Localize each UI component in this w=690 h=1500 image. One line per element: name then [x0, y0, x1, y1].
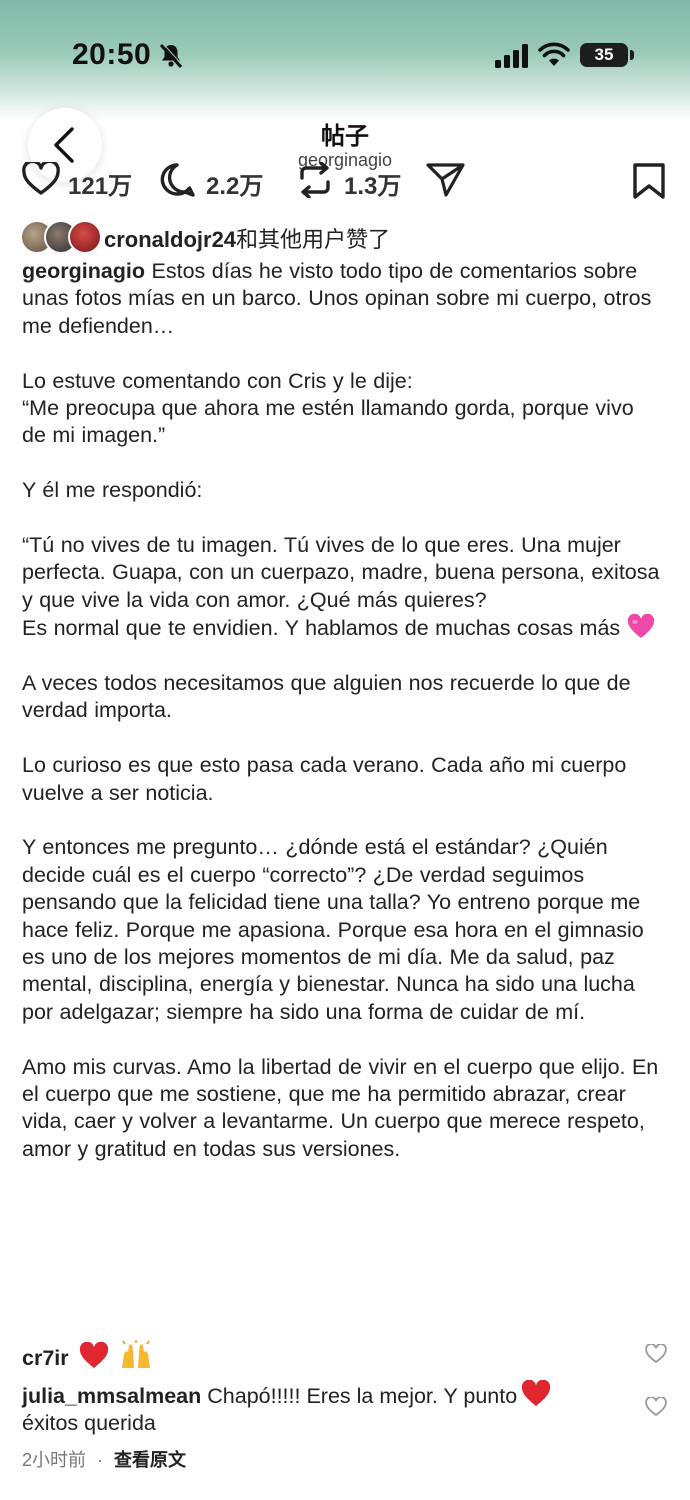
- footer-separator: ·: [97, 1450, 104, 1470]
- view-original-link[interactable]: 查看原文: [114, 1450, 186, 1470]
- share-action[interactable]: [426, 160, 466, 200]
- liked-by-username[interactable]: cronaldojr24: [104, 227, 236, 252]
- send-icon: [426, 163, 465, 197]
- caption-paragraph: Y entonces me pregunto… ¿dónde está el e…: [22, 835, 644, 1024]
- post-actions: 121万 2.2万 1.3万: [0, 160, 690, 200]
- comment-text: Chapó!!!!! Eres la mejor. Y punto: [207, 1384, 518, 1408]
- caption-author[interactable]: georginagio: [22, 259, 145, 283]
- liked-by-row[interactable]: cronaldojr24和其他用户赞了: [20, 220, 670, 254]
- comment-action[interactable]: 2.2万: [158, 160, 278, 200]
- status-time: 20:50: [72, 38, 152, 71]
- post-footer: 2小时前 · 查看原文: [22, 1446, 186, 1472]
- battery-tip: [630, 50, 634, 60]
- caption-paragraph: Lo estuve comentando con Cris y le dije:…: [22, 368, 634, 448]
- likes-count: 121万: [68, 173, 133, 200]
- bell-slash-icon: [159, 43, 184, 69]
- reposts-count: 1.3万: [344, 173, 402, 200]
- avatar: [68, 220, 102, 254]
- comment-username[interactable]: cr7ir: [22, 1346, 69, 1370]
- comment-item: cr7ir: [22, 1340, 632, 1372]
- caption-paragraph: Amo mis curvas. Amo la libertad de vivir…: [22, 1054, 659, 1161]
- status-bar: 20:50 35: [0, 28, 690, 84]
- caption-paragraph: “Tú no vives de tu imagen. Tú vives de l…: [22, 532, 662, 643]
- bookmark-icon: [633, 163, 665, 199]
- repost-icon: [300, 162, 330, 198]
- post-time: 2小时前: [22, 1450, 87, 1470]
- save-action[interactable]: [632, 160, 668, 200]
- caption-paragraph: Lo curioso es que esto pasa cada verano.…: [22, 753, 627, 805]
- heart-outline-icon: [22, 162, 60, 195]
- raised-hands-icon: [121, 1340, 150, 1368]
- comment-heart-icon[interactable]: [645, 1344, 667, 1364]
- red-heart-icon: [522, 1380, 551, 1406]
- comments-count: 2.2万: [206, 173, 264, 200]
- post-caption: georginagio Estos días he visto todo tip…: [22, 258, 662, 1191]
- pink-heart-icon: [627, 614, 654, 639]
- comment-text-continued: éxitos querida: [22, 1411, 156, 1435]
- battery-indicator: 35: [580, 43, 628, 67]
- repost-action[interactable]: 1.3万: [296, 160, 416, 200]
- comment-heart-icon[interactable]: [645, 1397, 667, 1417]
- page-title: 帖子: [321, 123, 369, 150]
- caption-paragraph: A veces todos necesitamos que alguien no…: [22, 671, 631, 723]
- caption-paragraph: georginagio Estos días he visto todo tip…: [22, 258, 662, 340]
- like-action[interactable]: 121万: [22, 160, 142, 200]
- liked-by-text: cronaldojr24和其他用户赞了: [104, 222, 390, 254]
- cellular-signal-icon: [495, 44, 528, 68]
- comment-username[interactable]: julia_mmsalmean: [22, 1384, 201, 1408]
- comment-item: julia_mmsalmean Chapó!!!!! Eres la mejor…: [22, 1380, 632, 1437]
- comment-bubble-icon: [160, 163, 195, 197]
- liked-by-suffix: 和其他用户赞了: [236, 227, 391, 252]
- caption-paragraph: Y él me respondió:: [22, 478, 203, 503]
- caption-paragraph-text: “Tú no vives de tu imagen. Tú vives de l…: [22, 533, 660, 641]
- wifi-icon: [538, 42, 570, 66]
- red-heart-icon: [79, 1342, 108, 1368]
